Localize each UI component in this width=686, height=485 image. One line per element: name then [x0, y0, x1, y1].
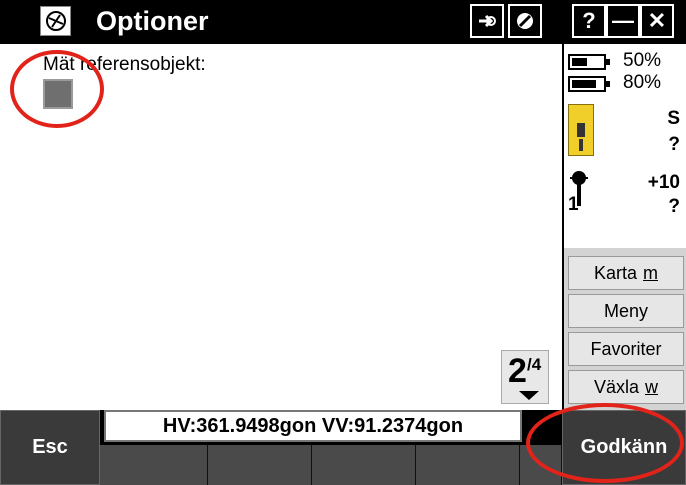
- battery-2[interactable]: 80%: [568, 72, 686, 94]
- battery-icon: [568, 76, 610, 92]
- page-current: 2: [508, 352, 527, 390]
- field-label-measure-reference: Mät referensobjekt:: [43, 54, 206, 75]
- favorites-button-label: Favoriter: [590, 338, 662, 359]
- page-total: /4: [527, 355, 542, 374]
- map-button-label: Karta: [593, 262, 638, 283]
- target-value: ?: [668, 196, 680, 217]
- esc-button[interactable]: Esc: [0, 410, 100, 485]
- total-station-icon[interactable]: [568, 104, 594, 156]
- battery-1[interactable]: 50%: [568, 50, 686, 72]
- softkey-4[interactable]: [416, 445, 520, 485]
- favorites-button[interactable]: Favoriter: [568, 332, 684, 366]
- window-title: Optioner: [96, 6, 209, 36]
- options-form: Mät referensobjekt: 2 /4: [39, 44, 562, 410]
- close-button[interactable]: ✕: [640, 4, 674, 38]
- target-number: 1: [568, 194, 579, 215]
- switch-shortcut: w: [645, 376, 659, 397]
- app-logo-icon[interactable]: [40, 6, 71, 36]
- chevron-down-icon: [519, 391, 539, 400]
- softkey-5[interactable]: [520, 445, 562, 485]
- no-entry-icon[interactable]: [508, 4, 542, 38]
- measure-reference-checkbox[interactable]: [43, 79, 73, 109]
- softkey-2[interactable]: [208, 445, 312, 485]
- help-button[interactable]: ?: [572, 4, 606, 38]
- page-indicator[interactable]: 2 /4: [501, 350, 549, 404]
- switch-button[interactable]: Växla w: [568, 370, 684, 404]
- instrument-value: ?: [668, 134, 680, 155]
- title-bar: Optioner ? — ✕: [0, 0, 686, 44]
- softkey-3[interactable]: [312, 445, 416, 485]
- angle-readout: HV:361.9498gon VV:91.2374gon: [104, 410, 522, 442]
- status-area: 50% 80% S ? +10 1 ?: [564, 44, 686, 248]
- battery-icon: [568, 54, 610, 70]
- bottom-bar: Esc HV:361.9498gon VV:91.2374gon Godkänn: [0, 410, 686, 485]
- map-button[interactable]: Karta m: [568, 256, 684, 290]
- status-panel: 50% 80% S ? +10 1 ? Karta m Meny Favorite…: [562, 44, 686, 410]
- minimize-button[interactable]: —: [606, 4, 640, 38]
- map-shortcut: m: [643, 262, 659, 283]
- softkey-1[interactable]: [100, 445, 208, 485]
- switch-button-label: Växla: [593, 376, 640, 397]
- forward-icon[interactable]: [470, 4, 504, 38]
- instrument-mode: S: [667, 108, 680, 129]
- battery-1-percent: 50%: [623, 50, 662, 71]
- menu-button-label: Meny: [603, 300, 648, 321]
- battery-2-percent: 80%: [623, 72, 662, 93]
- accept-button[interactable]: Godkänn: [562, 410, 686, 485]
- target-offset: +10: [647, 172, 680, 193]
- menu-button[interactable]: Meny: [568, 294, 684, 328]
